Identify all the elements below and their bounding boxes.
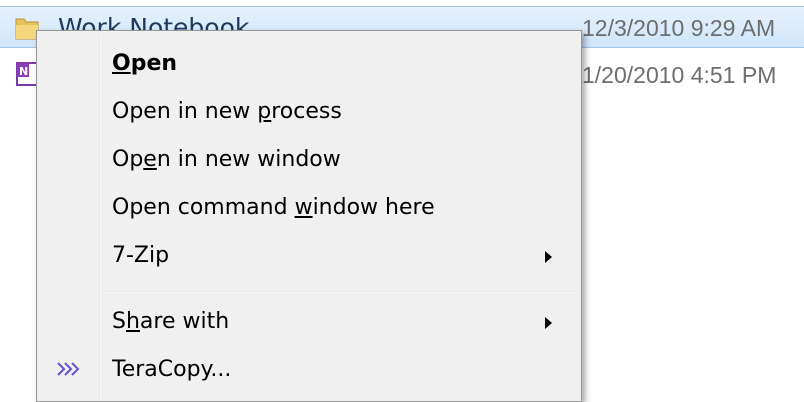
- menu-item-open[interactable]: Open: [40, 43, 576, 87]
- menu-item-label: Share with: [112, 309, 230, 334]
- menu-item-label: Open in new window: [112, 147, 341, 172]
- menu-item-open-command-window[interactable]: Open command window here: [40, 187, 576, 231]
- file-date: 1/20/2010 4:51 PM: [582, 62, 777, 88]
- teracopy-icon: [56, 359, 84, 384]
- menu-item-label: Open command window here: [112, 195, 435, 220]
- menu-item-label: Open: [112, 51, 178, 76]
- menu-item-open-new-window[interactable]: Open in new window: [40, 139, 576, 183]
- menu-item-open-new-process[interactable]: Open in new process: [40, 91, 576, 135]
- menu-item-label: 7-Zip: [112, 243, 170, 268]
- svg-text:N: N: [19, 65, 28, 78]
- menu-item-7-zip[interactable]: 7-Zip: [40, 235, 576, 279]
- menu-item-share-with[interactable]: Share with: [40, 301, 576, 345]
- file-date: 12/3/2010 9:29 AM: [582, 15, 776, 41]
- menu-separator: [103, 291, 577, 293]
- menu-item-label: TeraCopy...: [112, 357, 232, 382]
- submenu-arrow-icon: [545, 317, 552, 329]
- menu-item-label: Open in new process: [112, 99, 342, 124]
- menu-item-teracopy[interactable]: TeraCopy...: [40, 349, 576, 393]
- submenu-arrow-icon: [545, 251, 552, 263]
- context-menu: Open Open in new process Open in new win…: [36, 30, 582, 402]
